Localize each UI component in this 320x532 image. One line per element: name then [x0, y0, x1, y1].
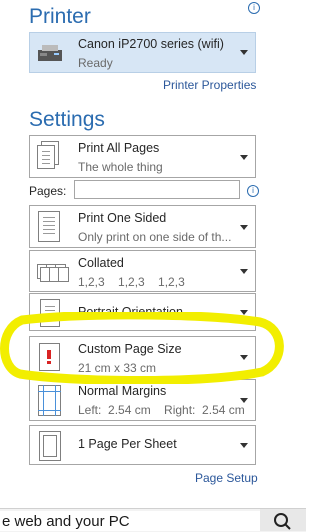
printer-properties-link[interactable]: Printer Properties: [163, 78, 256, 92]
taskbar-search-text: e web and your PC: [2, 513, 130, 530]
print-range-dropdown[interactable]: Print All Pages The whole thing: [29, 135, 256, 178]
search-icon: [274, 513, 291, 530]
collation-dropdown[interactable]: Collated 1,2,3 1,2,3 1,2,3: [29, 250, 256, 292]
sides-label: Print One Sided: [78, 211, 167, 225]
margins-sub: Left: 2.54 cm Right: 2.54 cm: [78, 403, 245, 417]
margins-icon: [37, 385, 61, 416]
page-setup-link[interactable]: Page Setup: [195, 471, 258, 485]
pages-icon: [37, 141, 61, 171]
chevron-down-icon: [240, 269, 248, 274]
chevron-down-icon: [240, 398, 248, 403]
printer-section-title: Printer: [29, 5, 91, 28]
sides-sub: Only print on one side of th...: [78, 230, 232, 244]
print-range-sub: The whole thing: [78, 160, 163, 174]
info-icon[interactable]: i: [248, 2, 260, 14]
collated-icon: [37, 256, 71, 286]
collation-sub: 1,2,3 1,2,3 1,2,3: [78, 275, 185, 289]
printer-name: Canon iP2700 series (wifi): [78, 37, 224, 51]
pages-label: Pages:: [29, 184, 67, 198]
one-sided-icon: [37, 211, 61, 242]
print-range-label: Print All Pages: [78, 141, 160, 155]
chevron-down-icon: [240, 225, 248, 230]
settings-section-title: Settings: [29, 108, 105, 131]
margins-dropdown[interactable]: Normal Margins Left: 2.54 cm Right: 2.54…: [29, 379, 256, 421]
pages-input[interactable]: [74, 180, 240, 199]
pages-per-sheet-label: 1 Page Per Sheet: [78, 437, 177, 451]
printer-icon: [38, 45, 62, 61]
chevron-down-icon: [240, 50, 248, 55]
chevron-down-icon: [240, 443, 248, 448]
pages-per-sheet-icon: [37, 431, 61, 461]
collation-label: Collated: [78, 256, 124, 270]
margins-label: Normal Margins: [78, 384, 167, 398]
search-button[interactable]: [260, 509, 306, 531]
pages-per-sheet-dropdown[interactable]: 1 Page Per Sheet: [29, 425, 256, 465]
chevron-down-icon: [240, 155, 248, 160]
printer-status: Ready: [78, 56, 113, 70]
highlight-annotation: [0, 312, 284, 384]
printer-dropdown[interactable]: Canon iP2700 series (wifi) Ready: [29, 32, 256, 73]
info-icon[interactable]: i: [247, 185, 259, 197]
sides-dropdown[interactable]: Print One Sided Only print on one side o…: [29, 205, 256, 248]
